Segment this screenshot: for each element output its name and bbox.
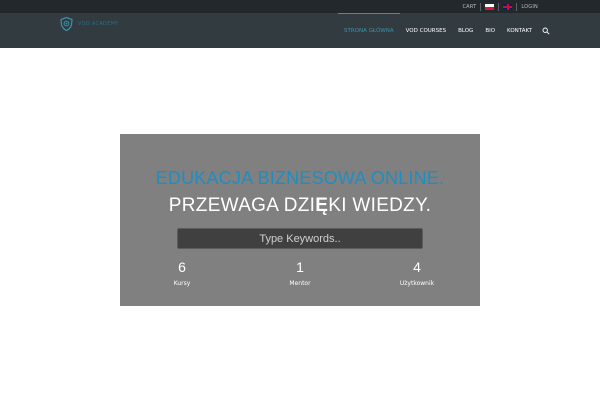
stat-value: 4 (413, 259, 421, 275)
nav-item-bio[interactable]: BIO (479, 13, 501, 48)
divider (498, 2, 500, 11)
hero-panel: EDUKACJA BIZNESOWA ONLINE. PRZEWAGA DZIĘ… (120, 134, 480, 306)
hero-headline: EDUKACJA BIZNESOWA ONLINE. (155, 168, 445, 188)
divider (480, 2, 482, 11)
cart-link[interactable]: CART (462, 4, 476, 10)
primary-nav: STRONA GŁÓWNA VOD COURSES BLOG BIO KONTA… (338, 13, 550, 48)
stat-value: 1 (296, 259, 304, 275)
nav-item-blog[interactable]: BLOG (452, 13, 479, 48)
stat-mentors: 1 Mentor (260, 258, 340, 287)
main-navbar: VOD ACADEMY STRONA GŁÓWNA VOD COURSES BL… (0, 13, 600, 48)
shield-logo-icon (60, 17, 73, 31)
nav-item-home[interactable]: STRONA GŁÓWNA (338, 13, 400, 48)
pl-flag-icon[interactable] (485, 3, 495, 10)
stat-users: 4 Użytkownik (377, 258, 457, 287)
hero-subheadline-part1: PRZEWAGA DZI (168, 195, 316, 216)
logo-text: VOD ACADEMY (78, 21, 119, 27)
login-link[interactable]: LOGIN (521, 4, 538, 10)
hero-subheadline-part2: KI WIEDZY. (328, 195, 432, 216)
hero-subheadline: PRZEWAGA DZIĘKI WIEDZY. (120, 195, 480, 217)
stat-label: Użytkownik (399, 280, 435, 287)
stat-courses: 6 Kursy (142, 258, 222, 287)
top-bar: CART LOGIN (0, 0, 600, 13)
nav-item-kontakt[interactable]: KONTAKT (501, 13, 538, 48)
divider (516, 2, 518, 11)
top-bar-links: CART LOGIN (462, 0, 538, 13)
hero-subheadline-bold: Ę (315, 195, 329, 216)
nav-item-vod-courses[interactable]: VOD COURSES (400, 13, 452, 48)
stat-value: 6 (178, 259, 186, 275)
uk-flag-icon[interactable] (503, 3, 513, 10)
search-icon[interactable] (542, 27, 550, 35)
keyword-search-input[interactable] (177, 228, 423, 249)
site-logo[interactable]: VOD ACADEMY (60, 17, 119, 31)
stat-label: Mentor (289, 280, 311, 287)
stat-label: Kursy (173, 280, 191, 287)
